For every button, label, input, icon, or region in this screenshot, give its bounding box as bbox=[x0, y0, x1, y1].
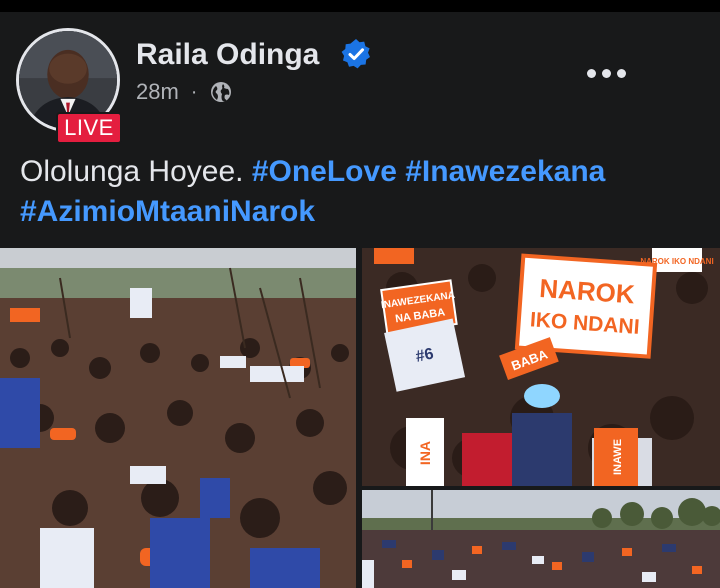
more-options-icon[interactable] bbox=[578, 58, 634, 88]
more-dot bbox=[616, 68, 626, 78]
globe-icon bbox=[211, 82, 232, 102]
post-photo-landscape[interactable] bbox=[362, 490, 720, 588]
post-meta: 28m · bbox=[136, 78, 233, 106]
verified-badge-icon bbox=[341, 39, 370, 69]
more-dot bbox=[586, 68, 596, 78]
status-bar bbox=[0, 0, 720, 12]
sign-inawe: INAWE bbox=[612, 439, 624, 475]
author-name[interactable]: Raila Odinga bbox=[136, 38, 319, 72]
post-timestamp[interactable]: 28m bbox=[136, 79, 179, 105]
post-photo-signs[interactable]: INAWEZEKANA NA BABA NAROK IKO NDANI NARO… bbox=[362, 248, 720, 486]
svg-text:#6: #6 bbox=[414, 345, 435, 365]
more-dot bbox=[601, 68, 611, 78]
hashtag-onelove[interactable]: #OneLove bbox=[252, 155, 397, 188]
sign-ina: INA bbox=[417, 441, 433, 465]
post-message: Ololunga Hoyee. bbox=[20, 155, 244, 188]
hashtag-inawezekana[interactable]: #Inawezekana bbox=[405, 155, 605, 188]
meta-separator: · bbox=[190, 80, 198, 103]
post-text: Ololunga Hoyee. #OneLove #Inawezekana #A… bbox=[20, 152, 700, 232]
live-badge: LIVE bbox=[56, 112, 122, 144]
post-photo-crowd[interactable] bbox=[0, 248, 356, 588]
hashtag-azimiomtaaninarok[interactable]: #AzimioMtaaniNarok bbox=[20, 195, 315, 228]
author-avatar[interactable]: LIVE bbox=[16, 28, 122, 144]
post-header: LIVE Raila Odinga 28m · bbox=[0, 12, 720, 144]
